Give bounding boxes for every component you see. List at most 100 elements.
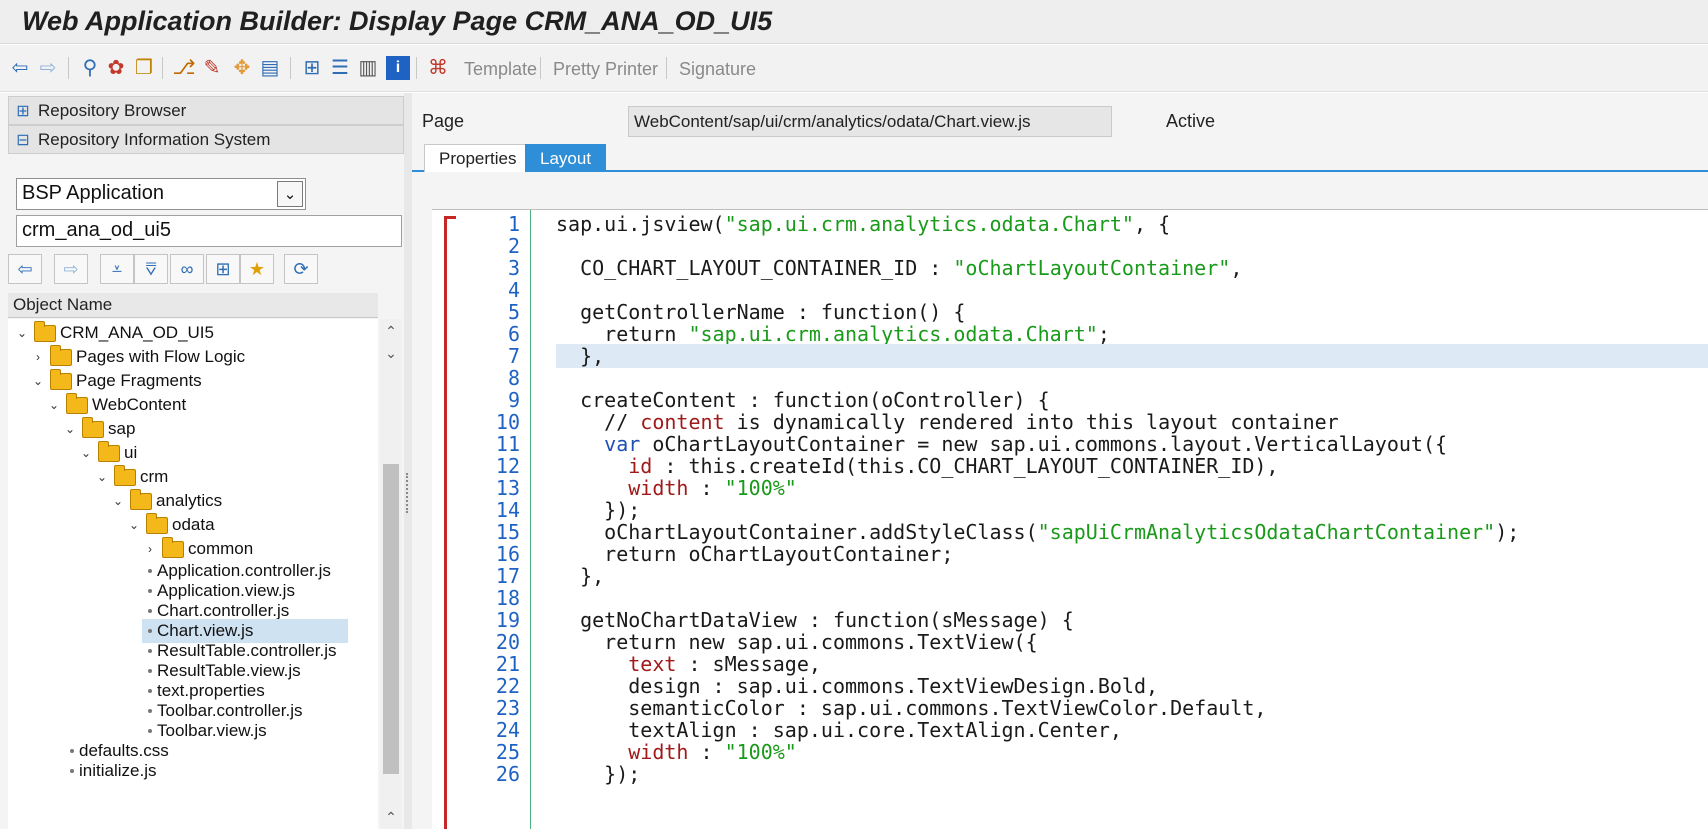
scroll-up-icon[interactable]: ⌃	[382, 809, 400, 827]
object-type-select[interactable]: BSP Application ⌄	[16, 178, 306, 210]
signature-button[interactable]: Signature	[679, 59, 756, 80]
chevron-down-icon[interactable]: ⌄	[110, 494, 126, 508]
nav-forward-icon[interactable]: ⇨	[54, 254, 88, 284]
nav-back-icon[interactable]: ⇦	[8, 254, 42, 284]
favorites-icon[interactable]: ★	[240, 254, 274, 284]
clipboard-icon[interactable]: ❐	[132, 56, 156, 80]
code-editor[interactable]: 1 sap.ui.jsview("sap.ui.crm.analytics.oda…	[432, 209, 1708, 829]
tree-node[interactable]: initialize.js	[64, 759, 156, 783]
scrollbar-thumb[interactable]	[383, 464, 399, 774]
tree-node[interactable]: ⌄ CRM_ANA_OD_UI5	[14, 320, 214, 345]
page-path-field: WebContent/sap/ui/crm/analytics/odata/Ch…	[628, 106, 1112, 137]
scroll-down-icon[interactable]: ⌄	[382, 345, 400, 363]
tree-node[interactable]: › Pages with Flow Logic	[30, 344, 246, 369]
code-text: },	[556, 564, 605, 588]
code-text: return oChartLayoutContainer;	[556, 542, 954, 566]
code-line[interactable]: 5 getControllerName : function() {	[432, 300, 1708, 324]
tree-icon[interactable]: ⊞	[206, 254, 240, 284]
code-line[interactable]: 10 // content is dynamically rendered in…	[432, 410, 1708, 434]
tree-node[interactable]: ⌄ WebContent	[46, 392, 186, 417]
code-line[interactable]: 6 return "sap.ui.crm.analytics.odata.Cha…	[432, 322, 1708, 346]
code-line[interactable]: 26 });	[432, 762, 1708, 786]
template-button[interactable]: Template	[464, 59, 537, 80]
pane-splitter[interactable]	[404, 93, 412, 829]
tree-node[interactable]: ⌄ odata	[126, 512, 215, 537]
code-line[interactable]: 7 },	[432, 344, 1708, 368]
code-line[interactable]: 13 width : "100%"	[432, 476, 1708, 500]
refresh-icon[interactable]: ⟳	[284, 254, 318, 284]
code-line[interactable]: 14 });	[432, 498, 1708, 522]
tree-node-label: Pages with Flow Logic	[76, 347, 246, 366]
chevron-down-icon[interactable]: ⌄	[62, 422, 78, 436]
code-line[interactable]: 16 return oChartLayoutContainer;	[432, 542, 1708, 566]
switch-icon[interactable]: ✿	[104, 56, 128, 80]
magic-wand-icon[interactable]: ✎	[200, 56, 224, 80]
tree-node[interactable]: › common	[142, 536, 253, 561]
code-line[interactable]: 22 design : sap.ui.commons.TextViewDesig…	[432, 674, 1708, 698]
org-chart-icon[interactable]: ⊞	[300, 56, 324, 80]
code-line[interactable]: 11 var oChartLayoutContainer = new sap.u…	[432, 432, 1708, 456]
code-line[interactable]: 21 text : sMessage,	[432, 652, 1708, 676]
tree-node-label: defaults.css	[79, 741, 169, 760]
code-line[interactable]: 3 CO_CHART_LAYOUT_CONTAINER_ID : "oChart…	[432, 256, 1708, 280]
repository-browser-label: Repository Browser	[38, 100, 187, 120]
code-line[interactable]: 12 id : this.createId(this.CO_CHART_LAYO…	[432, 454, 1708, 478]
code-line[interactable]: 20 return new sap.ui.commons.TextView({	[432, 630, 1708, 654]
list-icon[interactable]: ▥	[356, 56, 380, 80]
tree-node[interactable]: ⌄ analytics	[110, 488, 222, 513]
chevron-down-icon[interactable]: ⌄	[46, 398, 62, 412]
code-line[interactable]: 25 width : "100%"	[432, 740, 1708, 764]
info-icon[interactable]: i	[386, 56, 410, 80]
object-name-input[interactable]: crm_ana_od_ui5	[16, 215, 402, 247]
code-line[interactable]: 24 textAlign : sap.ui.core.TextAlign.Cen…	[432, 718, 1708, 742]
folder-icon	[50, 344, 72, 366]
expand-all-icon[interactable]: ⩡	[100, 254, 134, 284]
chevron-down-icon[interactable]: ⌄	[277, 181, 303, 207]
code-line[interactable]: 8	[432, 366, 1708, 390]
forward-icon[interactable]: ⇨	[36, 56, 60, 80]
binoculars-icon[interactable]: ∞	[170, 254, 204, 284]
chevron-down-icon[interactable]: ⌄	[14, 326, 30, 340]
repository-browser-button[interactable]: ⊞ Repository Browser	[8, 96, 404, 125]
pretty-printer-button[interactable]: Pretty Printer	[553, 59, 658, 80]
tree-scrollbar[interactable]: ⌃ ⌄ ⌃	[380, 319, 402, 829]
stack-icon[interactable]: ☰	[328, 56, 352, 80]
folder-icon	[162, 536, 184, 558]
code-text: getNoChartDataView : function(sMessage) …	[556, 608, 1074, 632]
tree-node[interactable]: ⌄ Page Fragments	[30, 368, 202, 393]
chevron-down-icon[interactable]: ⌄	[126, 518, 142, 532]
hierarchy-icon[interactable]: ⎇	[172, 56, 196, 80]
code-line[interactable]: 4	[432, 278, 1708, 302]
tree-node[interactable]: ⌄ sap	[62, 416, 135, 441]
chevron-right-icon[interactable]: ›	[142, 542, 158, 556]
code-line[interactable]: 19 getNoChartDataView : function(sMessag…	[432, 608, 1708, 632]
tab-layout[interactable]: Layout	[525, 144, 607, 172]
tree-node-label: crm	[140, 467, 169, 486]
collapse-all-icon[interactable]: ⩢	[134, 254, 168, 284]
tab-properties[interactable]: Properties	[424, 144, 532, 172]
splitter-grip-icon[interactable]	[406, 473, 410, 513]
code-line[interactable]: 23 semanticColor : sap.ui.commons.TextVi…	[432, 696, 1708, 720]
move-icon[interactable]: ✥	[230, 56, 254, 80]
tree-node[interactable]: ⌄ ui	[78, 440, 137, 465]
back-icon[interactable]: ⇦	[8, 56, 32, 80]
code-line[interactable]: 1 sap.ui.jsview("sap.ui.crm.analytics.oda…	[432, 212, 1708, 236]
chevron-right-icon[interactable]: ›	[30, 350, 46, 364]
tree-node-label: CRM_ANA_OD_UI5	[60, 323, 214, 342]
glasses-icon[interactable]: ⚲	[78, 56, 102, 80]
chevron-down-icon[interactable]: ⌄	[94, 470, 110, 484]
code-line[interactable]: 9 createContent : function(oController) …	[432, 388, 1708, 412]
chevron-down-icon[interactable]: ⌄	[30, 374, 46, 388]
display-icon[interactable]: ▤	[258, 56, 282, 80]
repository-info-system-button[interactable]: ⊟ Repository Information System	[8, 125, 404, 154]
code-line[interactable]: 15 oChartLayoutContainer.addStyleClass("…	[432, 520, 1708, 544]
pattern-icon[interactable]: ⌘	[426, 56, 450, 80]
code-line[interactable]: 2	[432, 234, 1708, 258]
code-line[interactable]: 17 },	[432, 564, 1708, 588]
scroll-up-icon[interactable]: ⌃	[382, 323, 400, 341]
chevron-down-icon[interactable]: ⌄	[78, 446, 94, 460]
code-text: sap.ui.jsview("sap.ui.crm.analytics.odat…	[556, 212, 1171, 236]
tree-node[interactable]: ⌄ crm	[94, 464, 169, 489]
tree-node-label: Toolbar.view.js	[157, 721, 267, 740]
code-line[interactable]: 18	[432, 586, 1708, 610]
